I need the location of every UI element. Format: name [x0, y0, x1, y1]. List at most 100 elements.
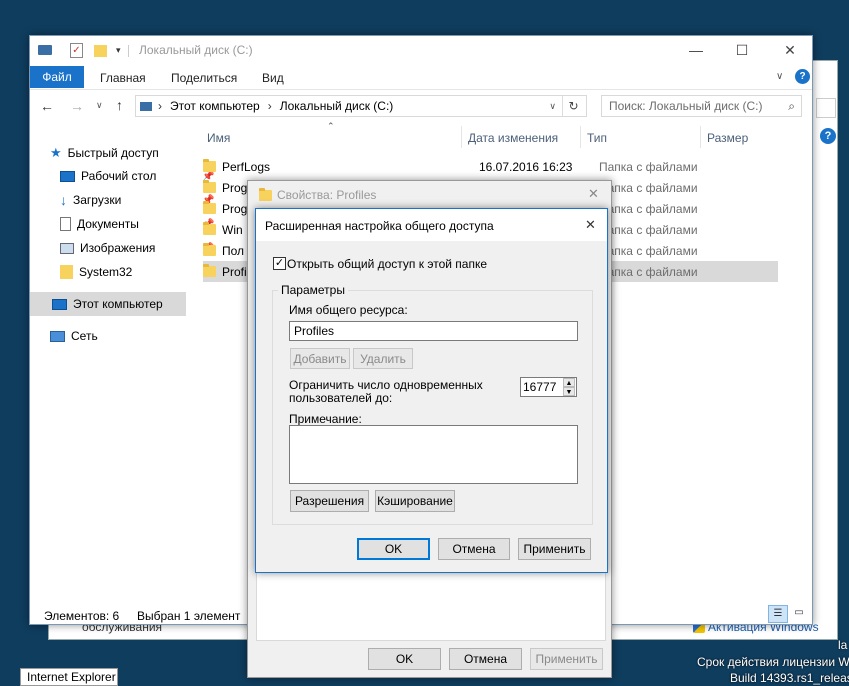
search-input[interactable]: Поиск: Локальный диск (C:) ⌕	[601, 95, 802, 117]
background-help-icon[interactable]: ?	[820, 128, 836, 144]
address-chevron-icon[interactable]: ›	[268, 99, 272, 113]
forward-button[interactable]: →	[70, 98, 84, 114]
properties-cancel-button[interactable]: Отмена	[449, 648, 522, 670]
table-row[interactable]: PerfLogs 16.07.2016 16:23 Папка с файлам…	[203, 156, 778, 177]
add-share-button[interactable]: Добавить	[290, 348, 350, 369]
desk-text-fragment: la	[838, 638, 848, 652]
title-divider	[128, 45, 129, 57]
nav-documents-label: Документы	[77, 217, 139, 231]
address-computer-icon	[140, 101, 152, 111]
file-name: PerfLogs	[222, 159, 271, 174]
status-selected: Выбран 1 элемент	[137, 609, 241, 623]
nav-this-pc[interactable]: Этот компьютер	[30, 292, 186, 316]
details-view-button[interactable]: ☰	[768, 605, 788, 623]
column-date[interactable]: Дата изменения	[468, 131, 558, 145]
file-type: Папка с файлами	[599, 201, 698, 216]
properties-apply-button[interactable]: Применить	[530, 648, 603, 670]
advanced-close-button[interactable]: ✕	[585, 217, 596, 233]
share-checkbox[interactable]: ✓	[273, 257, 286, 270]
caching-button[interactable]: Кэширование	[375, 490, 455, 512]
close-button[interactable]: ✕	[767, 36, 813, 64]
address-current[interactable]: Локальный диск (C:)	[280, 99, 394, 113]
advanced-cancel-button[interactable]: Отмена	[438, 538, 510, 560]
advanced-apply-button[interactable]: Применить	[518, 538, 591, 560]
up-button[interactable]: ↑	[116, 97, 123, 113]
ribbon-home-tab[interactable]: Главная	[100, 68, 146, 88]
new-folder-icon[interactable]	[94, 45, 107, 57]
pictures-icon	[60, 242, 74, 254]
ribbon-file-tab[interactable]: Файл	[30, 66, 84, 88]
column-divider	[461, 126, 462, 148]
ribbon-expand-icon[interactable]: ∨	[776, 71, 783, 82]
nav-system32-label: System32	[79, 265, 133, 279]
share-name-input[interactable]: Profiles	[289, 321, 578, 341]
stepper-up-icon[interactable]: ▲	[563, 378, 575, 387]
comment-textarea[interactable]	[289, 425, 578, 484]
toolbar-dropdown-icon[interactable]: ▾	[116, 45, 121, 56]
share-checkbox-label[interactable]: Открыть общий доступ к этой папке	[287, 257, 487, 271]
recent-dropdown-icon[interactable]: ∨	[96, 100, 103, 111]
folder-icon	[203, 159, 216, 172]
help-icon[interactable]: ?	[795, 69, 810, 84]
nav-desktop-label: Рабочий стол	[81, 169, 157, 183]
nav-quick-access[interactable]: ★ Быстрый доступ	[50, 141, 205, 165]
ribbon-view-tab[interactable]: Вид	[262, 68, 284, 88]
file-type: Папка с файлами	[599, 159, 698, 174]
stepper-down-icon[interactable]: ▼	[563, 387, 575, 396]
folder-icon	[203, 222, 216, 235]
folder-icon	[203, 264, 216, 277]
sort-arrow-icon: ⌃	[327, 121, 335, 131]
parameters-group-label: Параметры	[278, 283, 348, 297]
share-name-label: Имя общего ресурса:	[289, 303, 408, 317]
computer-icon	[52, 298, 67, 310]
back-button[interactable]: ←	[40, 98, 54, 114]
nav-downloads[interactable]: ↓ Загрузки 📌	[60, 188, 215, 212]
nav-desktop[interactable]: Рабочий стол 📌	[60, 164, 215, 188]
nav-system32[interactable]: System32	[60, 260, 215, 284]
search-placeholder: Поиск: Локальный диск (C:)	[609, 99, 763, 113]
column-size[interactable]: Размер	[707, 131, 748, 145]
properties-check-icon[interactable]: ✓	[70, 43, 83, 58]
search-icon[interactable]: ⌕	[788, 99, 795, 114]
permissions-button[interactable]: Разрешения	[290, 490, 369, 512]
folder-icon	[203, 201, 216, 214]
address-bar[interactable]: › Этот компьютер › Локальный диск (C:) ∨…	[135, 95, 587, 117]
status-item-count: Элементов: 6	[44, 609, 120, 623]
nav-documents[interactable]: Документы 📌	[60, 212, 215, 236]
file-type: Папка с файлами	[599, 243, 698, 258]
limit-users-stepper[interactable]: 16777 ▲ ▼	[520, 377, 577, 397]
folder-icon	[60, 265, 73, 279]
document-icon	[60, 217, 71, 231]
properties-close-button[interactable]: ✕	[588, 186, 599, 202]
remove-share-button[interactable]: Удалить	[353, 348, 413, 369]
address-root[interactable]: Этот компьютер	[170, 99, 260, 113]
nav-network[interactable]: Сеть	[50, 324, 205, 348]
maximize-button[interactable]: ☐	[719, 36, 765, 64]
nav-pictures[interactable]: Изображения 📌	[60, 236, 215, 260]
advanced-ok-button[interactable]: OK	[357, 538, 430, 560]
column-type[interactable]: Тип	[587, 131, 607, 145]
limit-users-label-line1: Ограничить число одновременных	[289, 378, 483, 392]
download-arrow-icon: ↓	[60, 192, 67, 208]
folder-icon	[203, 243, 216, 256]
advanced-sharing-dialog: Расширенная настройка общего доступа ✕ ✓…	[255, 208, 608, 573]
refresh-icon[interactable]: ↻	[562, 96, 584, 116]
nav-quick-access-label: Быстрый доступ	[67, 146, 159, 160]
column-divider	[700, 126, 701, 148]
large-icons-view-button[interactable]: ▭	[791, 607, 807, 621]
address-dropdown-icon[interactable]: ∨	[549, 101, 556, 112]
background-ribbon-minimize-icon[interactable]	[816, 98, 836, 118]
nav-this-pc-label: Этот компьютер	[73, 297, 163, 311]
minimize-button[interactable]: —	[673, 36, 719, 64]
ribbon-share-tab[interactable]: Поделиться	[171, 68, 237, 88]
folder-icon	[203, 180, 216, 193]
properties-ok-button[interactable]: OK	[368, 648, 441, 670]
column-divider	[580, 126, 581, 148]
quick-access-toolbar: ✓ ▾	[36, 43, 136, 59]
column-name[interactable]: Имя	[207, 131, 230, 145]
taskbar-item-ie[interactable]: Internet Explorer	[20, 668, 118, 686]
limit-users-value[interactable]: 16777	[523, 380, 556, 394]
address-chevron-icon[interactable]: ›	[158, 99, 162, 113]
license-text: Срок действия лицензии W	[697, 655, 849, 669]
file-type: Папка с файлами	[599, 264, 698, 279]
